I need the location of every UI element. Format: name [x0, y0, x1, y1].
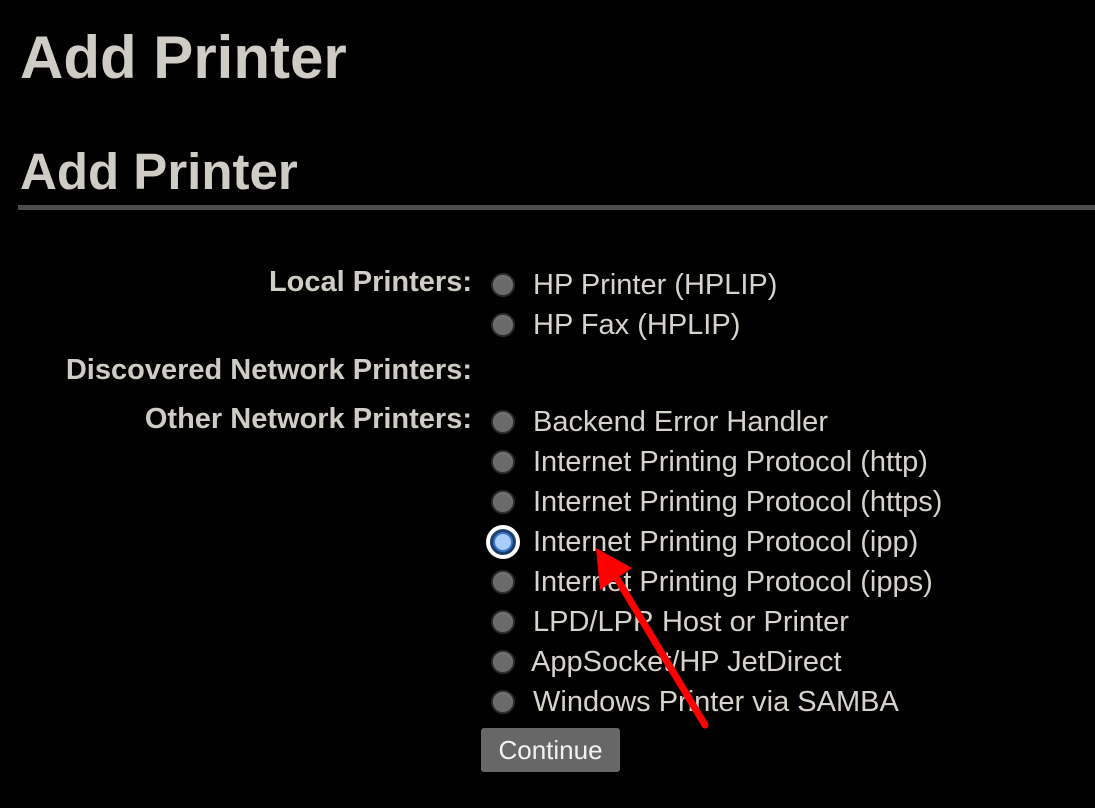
option-ipp-http[interactable]: Internet Printing Protocol (http) — [488, 445, 928, 479]
option-label: HP Printer (HPLIP) — [533, 269, 778, 301]
radio-button[interactable] — [491, 650, 515, 674]
option-hp-fax-hplip[interactable]: HP Fax (HPLIP) — [488, 308, 740, 342]
discovered-network-printers-label: Discovered Network Printers: — [65, 354, 472, 386]
option-label: Internet Printing Protocol (ipps) — [533, 566, 933, 598]
radio-button[interactable] — [491, 690, 515, 714]
option-label: Windows Printer via SAMBA — [533, 686, 899, 718]
radio-button[interactable] — [491, 410, 515, 434]
option-backend-error-handler[interactable]: Backend Error Handler — [488, 405, 828, 439]
option-label: Internet Printing Protocol (http) — [533, 446, 928, 478]
radio-button[interactable] — [491, 610, 515, 634]
option-lpd-lpr[interactable]: LPD/LPR Host or Printer — [488, 605, 849, 639]
radio-button[interactable] — [491, 570, 515, 594]
radio-button[interactable] — [491, 273, 515, 297]
option-ipp-https[interactable]: Internet Printing Protocol (https) — [488, 485, 942, 519]
option-label: Internet Printing Protocol (ipp) — [533, 526, 919, 558]
option-label: Backend Error Handler — [533, 406, 828, 438]
radio-button[interactable] — [491, 313, 515, 337]
option-label: HP Fax (HPLIP) — [533, 309, 741, 341]
section-divider — [18, 205, 1095, 210]
radio-button-selected[interactable] — [486, 525, 520, 559]
local-printers-label: Local Printers: — [268, 266, 472, 298]
radio-button[interactable] — [491, 490, 515, 514]
option-label: LPD/LPR Host or Printer — [533, 606, 849, 638]
option-hp-printer-hplip[interactable]: HP Printer (HPLIP) — [488, 268, 777, 302]
option-appsocket-jetdirect[interactable]: AppSocket/HP JetDirect — [488, 645, 842, 679]
continue-button[interactable]: Continue — [481, 728, 620, 772]
radio-dot-icon — [493, 532, 513, 552]
radio-button[interactable] — [491, 450, 515, 474]
option-label: Internet Printing Protocol (https) — [533, 486, 943, 518]
page-title: Add Printer — [20, 24, 347, 91]
option-label: AppSocket/HP JetDirect — [531, 646, 842, 678]
option-ipp-ipps[interactable]: Internet Printing Protocol (ipps) — [488, 565, 933, 599]
other-network-printers-label: Other Network Printers: — [144, 403, 472, 435]
option-windows-samba[interactable]: Windows Printer via SAMBA — [488, 685, 899, 719]
section-title: Add Printer — [20, 143, 298, 200]
option-ipp-ipp[interactable]: Internet Printing Protocol (ipp) — [486, 525, 919, 559]
